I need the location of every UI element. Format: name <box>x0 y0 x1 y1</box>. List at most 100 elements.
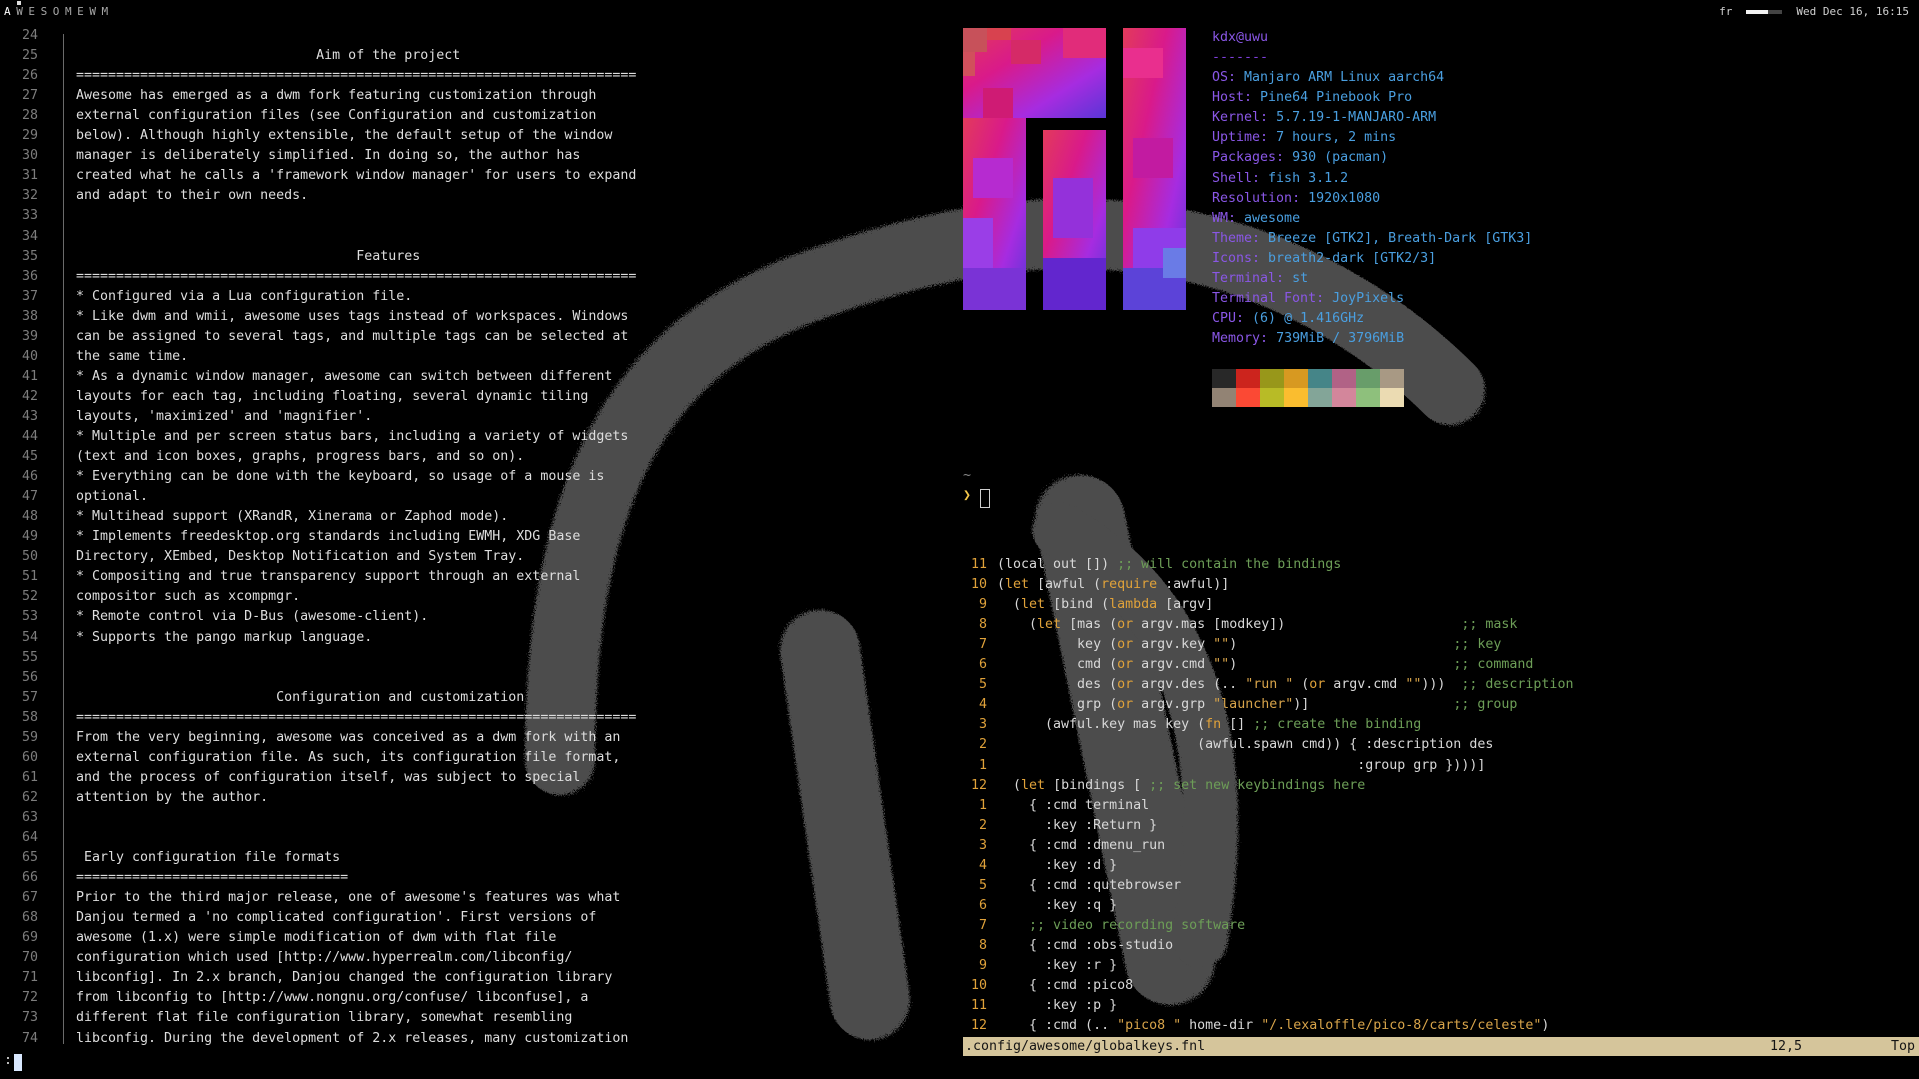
line-text: ========================================… <box>76 709 637 725</box>
status-cursor-position: 12,5 <box>1770 1039 1803 1054</box>
tag-3[interactable]: E <box>28 5 40 18</box>
line-number: 24 <box>21 28 38 43</box>
code-token: "run " <box>1245 677 1294 693</box>
line-number: 57 <box>21 689 38 705</box>
neofetch-field: Packages: 930 (pacman) <box>1212 150 1389 166</box>
tag-4[interactable]: S <box>41 5 53 18</box>
left-editor-pane[interactable]: 24 25 Aim of the project 26 ===============… <box>0 26 660 1056</box>
code-token: argv.cmd <box>1325 677 1406 693</box>
tag-7[interactable]: E <box>77 5 89 18</box>
text-line: 71 libconfig]. In 2.x branch, Danjou chan… <box>0 968 612 988</box>
line-number: 26 <box>21 68 38 84</box>
vim-command-line[interactable]: : <box>4 1053 22 1071</box>
text-line: 64 <box>0 828 76 848</box>
line-number: 72 <box>21 990 38 1006</box>
line-number: 61 <box>21 769 38 785</box>
code-line: 5 { :cmd :qutebrowser <box>963 876 1181 896</box>
text-line: 44 * Multiple and per screen status bars,… <box>0 427 628 447</box>
tag-8[interactable]: W <box>89 5 101 18</box>
text-line: 68 Danjou termed a 'no complicated config… <box>0 908 596 928</box>
code-token: "" <box>1405 677 1422 693</box>
code-token: "launcher" <box>1213 697 1294 713</box>
code-line: 8 (let [mas (or argv.mas [modkey]) ;; ma… <box>963 615 1517 635</box>
line-text: From the very beginning, awesome was con… <box>76 729 621 745</box>
neofetch-field-key: WM <box>1212 210 1229 226</box>
code-line: 10 { :cmd :pico8 <box>963 976 1133 996</box>
code-line: 3 { :cmd :dmenu_run <box>963 836 1165 856</box>
code-token: [argv] <box>1157 597 1214 613</box>
volume-bar[interactable] <box>1746 9 1783 14</box>
code-token: "/.lexaloffle/pico-8/carts/celeste" <box>1261 1018 1542 1034</box>
line-text: attention by the author. <box>76 789 269 805</box>
neofetch-field-value: Breeze [GTK2], Breath-Dark [GTK3] <box>1268 230 1533 246</box>
neofetch-field-value: Pine64 Pinebook Pro <box>1260 90 1413 106</box>
code-token: :key :p } <box>997 998 1118 1014</box>
code-token: :group grp })))] <box>997 757 1486 773</box>
line-text: ========================================… <box>76 68 637 84</box>
line-text: layouts for each tag, including floating… <box>76 388 589 404</box>
text-line: 30 manager is deliberately simplified. In… <box>0 146 580 166</box>
code-editor-pane[interactable]: 11 (local out []) ;; will contain the bin… <box>963 555 1919 1055</box>
code-line: 4 :key :d } <box>963 856 1117 876</box>
tag-1[interactable]: A <box>4 5 16 18</box>
text-line: 24 <box>0 26 76 46</box>
line-text: manager is deliberately simplified. In d… <box>76 148 581 164</box>
text-line: 49 * Implements freedesktop.org standards… <box>0 527 580 547</box>
line-text: Directory, XEmbed, Desktop Notification … <box>76 549 525 565</box>
neofetch-field-key: Terminal Font <box>1212 291 1317 307</box>
line-number: 25 <box>21 48 38 64</box>
neofetch-field: OS: Manjaro ARM Linux aarch64 <box>1212 70 1445 85</box>
code-line-number: 7 <box>978 637 987 653</box>
keyboard-layout-indicator[interactable]: fr <box>1719 5 1732 18</box>
code-token: :key :d } <box>997 857 1118 873</box>
status-scroll-position: Top <box>1890 1039 1915 1054</box>
code-line: 12 { :cmd (.. "pico8 " home-dir "/.lexal… <box>963 1016 1549 1036</box>
text-line: 35 Features <box>0 247 420 267</box>
neofetch-field-value: 5.7.19-1-MANJARO-ARM <box>1276 110 1437 126</box>
tag-6[interactable]: M <box>65 5 77 18</box>
code-line: 10 (let [awful (require :awful)] <box>963 575 1229 595</box>
line-number: 43 <box>21 408 38 424</box>
neofetch-field-key: Kernel <box>1212 110 1261 126</box>
tag-5[interactable]: O <box>53 5 65 18</box>
code-line: 7 ;; video recording software <box>963 916 1245 936</box>
line-number: 50 <box>21 549 38 565</box>
text-line: 69 awesome (1.x) were simple modification… <box>0 928 556 948</box>
code-line: 12 (let [bindings [ ;; set new keybindin… <box>963 776 1365 796</box>
code-token: (local out []) <box>997 557 1118 572</box>
neofetch-field: Icons: breath2-dark [GTK2/3] <box>1212 250 1437 266</box>
code-token: [mas ( <box>1061 617 1118 633</box>
line-number: 62 <box>21 789 38 805</box>
code-token: argv.cmd <box>1133 657 1214 673</box>
line-number: 45 <box>21 449 38 465</box>
line-text: Features <box>76 248 421 264</box>
line-text: ========================================… <box>76 268 637 284</box>
code-token: argv.mas [modkey]) <box>1133 617 1462 633</box>
code-token: or <box>1117 657 1134 673</box>
clock[interactable]: Wed Dec 16, 16:15 <box>1796 5 1909 18</box>
code-line: 11 (local out []) ;; will contain the bin… <box>963 555 1341 575</box>
tag-2[interactable]: W <box>16 5 28 18</box>
code-token: let <box>1021 777 1046 793</box>
line-number: 52 <box>21 589 38 605</box>
code-line-number: 5 <box>978 877 987 893</box>
neofetch-field: Uptime: 7 hours, 2 mins <box>1212 130 1397 146</box>
tag-9[interactable]: M <box>102 5 114 18</box>
text-line: 46 * Everything can be done with the keyb… <box>0 467 604 487</box>
code-token: home-dir <box>1181 1018 1262 1034</box>
command-line-cursor <box>14 1054 22 1071</box>
line-text: awesome (1.x) were simple modification o… <box>76 930 557 946</box>
text-line: 33 <box>0 206 76 226</box>
neofetch-field-key: OS <box>1212 70 1229 85</box>
code-token: { :cmd :qutebrowser <box>997 877 1182 893</box>
line-text: Awesome has emerged as a dwm fork featur… <box>76 88 597 104</box>
text-line: 54 * Supports the pango markup language. <box>0 628 372 648</box>
code-line-number: 4 <box>978 697 987 713</box>
code-token: ( <box>997 597 1022 613</box>
palette-normal-swatch <box>1356 369 1380 388</box>
text-line: 59 From the very beginning, awesome was c… <box>0 728 620 748</box>
line-number: 31 <box>21 168 38 184</box>
text-line: 51 * Compositing and true transparency su… <box>0 567 580 587</box>
code-token: ;; will contain the bindings <box>1117 557 1342 572</box>
code-token: ;; description <box>1461 677 1574 693</box>
